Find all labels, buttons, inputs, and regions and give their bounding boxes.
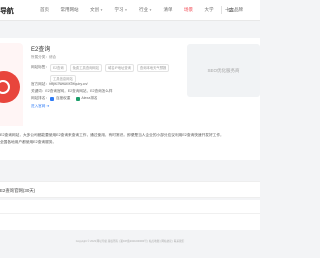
rank-label: 网站排名： — [31, 96, 49, 100]
site-logo[interactable]: 导航 — [0, 6, 14, 16]
tags-label: 网站标签： — [31, 65, 49, 69]
ad-text: SEO优化服务商 — [207, 67, 240, 73]
footer-text: Copyright © 2023 网址导航 版权所有 | 湘ICP备202100… — [75, 240, 185, 243]
menu-icon[interactable] — [228, 7, 234, 13]
site-description: E2查询网站，大多公司都能要使用E2查询来查询工作，通过使用，有时常识。即便是当… — [0, 126, 260, 160]
tag-0[interactable]: E2查询 — [50, 64, 67, 72]
rank-baidu-label: 百度权重 — [55, 96, 71, 100]
top-header: 导航 首页 常用网站 文创 ▼ 学习 ▼ 行业 ▼ 清单 场景 大学 十大品牌 — [0, 0, 260, 21]
baidu-icon — [50, 96, 55, 101]
nav-label: 行业 — [138, 7, 148, 12]
main-nav: 首页 常用网站 文创 ▼ 学习 ▼ 行业 ▼ 清单 场景 大学 十大品牌 — [40, 7, 254, 13]
nav-label: 学习 — [114, 7, 124, 12]
rank-alexa-label: Alexa排名 — [81, 96, 98, 100]
nav-item-5[interactable]: 清单 — [163, 7, 172, 13]
nav-item-4[interactable]: 行业 ▼ — [139, 7, 152, 13]
nav-item-0[interactable]: 首页 — [40, 7, 49, 13]
e2-logo-icon — [0, 71, 20, 103]
header-divider — [221, 6, 222, 14]
nav-item-1[interactable]: 常用网站 — [61, 7, 79, 13]
tag-2[interactable]: 域名IP地址查询 — [105, 64, 134, 72]
visit-site-link[interactable]: 进入官网 ➔ — [31, 104, 49, 109]
stats-panel — [0, 200, 260, 230]
page: 导航 首页 常用网站 文创 ▼ 学习 ▼ 行业 ▼ 清单 场景 大学 十大品牌 SEO优化服务商 E2… — [0, 0, 260, 258]
nav-label: 清单 — [163, 7, 173, 12]
nav-label: 常用网站 — [60, 7, 79, 12]
nav-item-7[interactable]: 大学 — [204, 7, 213, 13]
nav-label: 大学 — [204, 7, 214, 12]
nav-item-3[interactable]: 学习 ▼ — [114, 7, 127, 13]
stats-section-header: E2查询官网(30天) — [0, 181, 260, 198]
chevron-down-icon: ▼ — [148, 8, 152, 12]
site-url[interactable]: 官方网站：https://www.e2equiry.cn/ — [31, 82, 88, 87]
footer: Copyright © 2023 网址导航 版权所有 | 湘ICP备202100… — [0, 239, 260, 243]
chevron-down-icon: ▼ — [124, 8, 128, 12]
tag-3[interactable]: 查询本地天气预报 — [136, 64, 170, 72]
divider — [0, 213, 260, 214]
rank-baidu[interactable]: 百度权重 — [49, 96, 70, 101]
nav-label: 文创 — [90, 7, 99, 12]
description-line-1: E2查询网站，大多公司都能要使用E2查询来查询工作，通过使用，有时常识。即便是当… — [0, 133, 224, 137]
rank-alexa[interactable]: Alexa排名 — [74, 96, 98, 101]
description-line-2: 全国各地用户都使用E2查询服务。 — [0, 140, 57, 144]
site-category: 所属分类：综合 — [31, 55, 57, 59]
nav-label: 场景 — [183, 7, 193, 12]
ad-banner[interactable]: SEO优化服务商 — [187, 44, 260, 97]
section-title: E2查询官网(30天) — [0, 188, 36, 193]
alexa-icon — [75, 96, 80, 101]
tag-1[interactable]: 免费工具查询网站 — [69, 64, 103, 72]
site-title: E2查询 — [31, 47, 51, 53]
nav-label: 首页 — [40, 7, 49, 12]
site-rank: 网站排名： 百度权重 Alexa排名 — [31, 96, 102, 101]
nav-item-2[interactable]: 文创 ▼ — [90, 7, 103, 13]
chevron-down-icon: ▼ — [100, 8, 103, 12]
site-keywords: 关键词：E2查询官网，E2查询网站，E2查询怎么样 — [31, 89, 113, 93]
nav-item-6[interactable]: 场景 — [184, 7, 193, 13]
